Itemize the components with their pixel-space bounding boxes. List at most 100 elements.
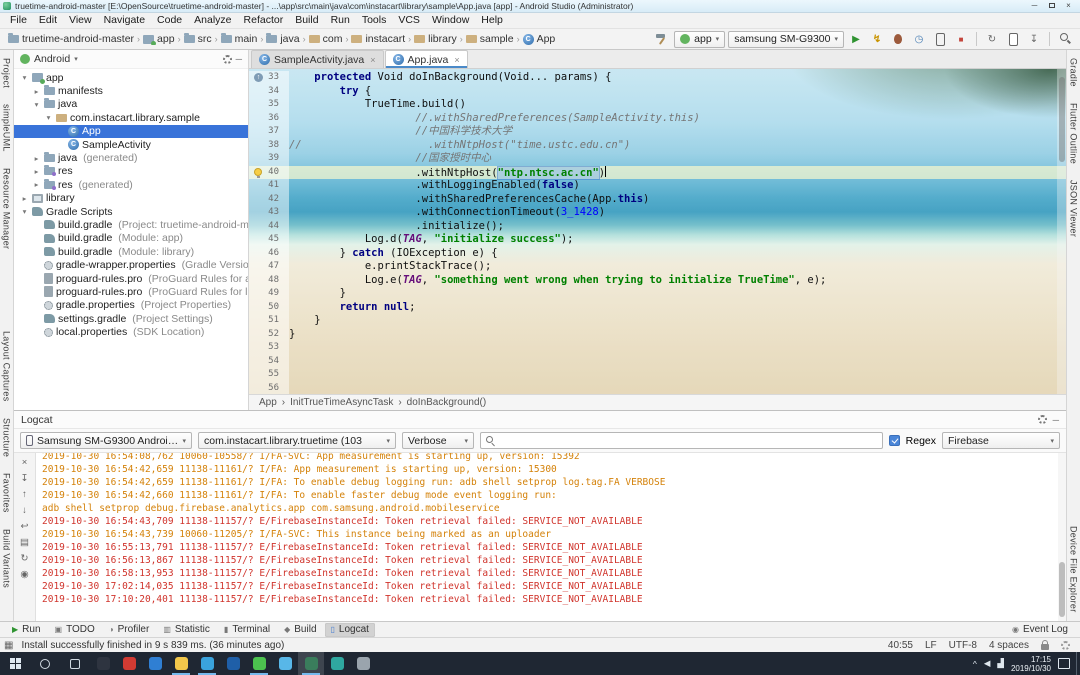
restart-icon[interactable]: ↻: [18, 552, 31, 565]
line-number[interactable]: 47: [249, 260, 289, 274]
tool-tab-simpleuml[interactable]: simpleUML: [2, 96, 12, 160]
hide-panel-icon[interactable]: ─: [236, 54, 242, 64]
line-number[interactable]: 35: [249, 98, 289, 112]
menu-item-tools[interactable]: Tools: [356, 13, 393, 28]
tool-tab-layout-captures[interactable]: Layout Captures: [2, 323, 12, 410]
menu-item-help[interactable]: Help: [475, 13, 509, 28]
tool-window-button-todo[interactable]: ▣TODO: [49, 623, 101, 637]
menu-item-code[interactable]: Code: [151, 13, 188, 28]
editor-tab-sampleactivity-java[interactable]: SampleActivity.java×: [251, 50, 384, 68]
down-stack-icon[interactable]: ↓: [18, 504, 31, 517]
line-number[interactable]: 36: [249, 112, 289, 126]
tree-item-java[interactable]: ▸java (generated): [14, 151, 248, 164]
tool-window-button-profiler[interactable]: ◑Profiler: [103, 623, 156, 637]
run-icon[interactable]: ▶: [847, 30, 865, 48]
breadcrumb-item-app[interactable]: App: [259, 397, 277, 408]
breadcrumb-item-java[interactable]: java: [264, 33, 301, 45]
status-item-40-55[interactable]: 40:55: [888, 640, 913, 651]
attach-debugger-icon[interactable]: [931, 30, 949, 48]
avd-manager-icon[interactable]: [1004, 30, 1022, 48]
tree-item-res[interactable]: ▸res: [14, 165, 248, 178]
tree-item-app[interactable]: App: [14, 125, 248, 138]
line-number[interactable]: 34: [249, 85, 289, 99]
tool-window-button-build[interactable]: ◆Build: [278, 623, 322, 637]
tool-tab-flutter-outline[interactable]: Flutter Outline: [1069, 95, 1079, 172]
show-desktop-button[interactable]: [1076, 652, 1080, 675]
logcat-search-input[interactable]: [499, 435, 878, 447]
taskbar-app-navy[interactable]: [220, 652, 246, 675]
line-number[interactable]: 55: [249, 368, 289, 382]
project-view-selector[interactable]: Android: [34, 53, 70, 65]
screenshot-icon[interactable]: ◉: [18, 568, 31, 581]
taskbar-wechat[interactable]: [246, 652, 272, 675]
tree-item-gradle-scripts[interactable]: ▾Gradle Scripts: [14, 205, 248, 218]
tool-tab-project[interactable]: Project: [2, 50, 12, 96]
scrollbar-thumb[interactable]: [1059, 77, 1065, 162]
status-item-utf-8[interactable]: UTF-8: [949, 640, 977, 651]
line-number[interactable]: 49: [249, 287, 289, 301]
taskbar-app-red[interactable]: [116, 652, 142, 675]
tree-item-java[interactable]: ▾java: [14, 98, 248, 111]
intention-bulb-icon[interactable]: [254, 168, 262, 176]
taskbar-android-studio[interactable]: [298, 652, 324, 675]
taskbar-qq[interactable]: [272, 652, 298, 675]
menu-item-vcs[interactable]: VCS: [392, 13, 426, 28]
editor-scrollbar[interactable]: [1057, 69, 1066, 394]
taskbar-edge-browser[interactable]: [194, 652, 220, 675]
tree-item-proguard-rules-pro[interactable]: proguard-rules.pro (ProGuard Rules for l…: [14, 285, 248, 298]
status-item-4-spaces[interactable]: 4 spaces: [989, 640, 1029, 651]
tree-item-build-gradle[interactable]: build.gradle (Module: library): [14, 245, 248, 258]
breadcrumb-item-library[interactable]: library: [412, 33, 459, 45]
breadcrumb-item-app[interactable]: App: [521, 33, 558, 45]
regex-checkbox[interactable]: [889, 435, 900, 446]
line-number[interactable]: 46: [249, 247, 289, 261]
tree-chevron-icon[interactable]: ▾: [32, 100, 41, 109]
tree-item-com-instacart-library-sample[interactable]: ▾com.instacart.library.sample: [14, 111, 248, 124]
device-selector[interactable]: samsung SM-G9300 ▾: [728, 31, 844, 48]
close-tab-icon[interactable]: ×: [370, 55, 375, 65]
breadcrumb-item-truetime-android-master[interactable]: truetime-android-master: [6, 33, 136, 45]
tree-chevron-icon[interactable]: ▸: [32, 180, 41, 189]
logcat-filter-selector[interactable]: Firebase ▾: [942, 432, 1060, 449]
taskbar-file-explorer[interactable]: [168, 652, 194, 675]
volume-icon[interactable]: ◀: [984, 658, 991, 669]
run-configuration-selector[interactable]: app ▾: [674, 31, 725, 48]
minimize-button[interactable]: ─: [1026, 0, 1043, 12]
line-number[interactable]: 45: [249, 233, 289, 247]
tree-item-build-gradle[interactable]: build.gradle (Project: truetime-android-…: [14, 218, 248, 231]
tree-item-sampleactivity[interactable]: SampleActivity: [14, 138, 248, 151]
status-item-lf[interactable]: LF: [925, 640, 937, 651]
tree-chevron-icon[interactable]: ▸: [32, 87, 41, 96]
stop-icon[interactable]: ■: [952, 30, 970, 48]
menu-item-view[interactable]: View: [63, 13, 98, 28]
action-center-icon[interactable]: [1058, 658, 1070, 669]
line-number[interactable]: 42: [249, 193, 289, 207]
chevron-up-icon[interactable]: ^: [973, 659, 977, 669]
breadcrumb-item-com[interactable]: com: [307, 33, 345, 45]
tree-item-app[interactable]: ▾app: [14, 71, 248, 84]
logcat-device-selector[interactable]: Samsung SM-G9300 Android 8.0 ▾: [20, 432, 192, 449]
tool-window-button-logcat[interactable]: ▯Logcat: [325, 623, 375, 637]
logcat-search[interactable]: [480, 432, 883, 449]
close-tab-icon[interactable]: ×: [454, 55, 459, 65]
maximize-button[interactable]: [1043, 0, 1060, 12]
gear-icon[interactable]: [223, 55, 232, 64]
breadcrumb-item-doinbackground[interactable]: doInBackground(): [407, 397, 487, 408]
gear-icon[interactable]: [1038, 415, 1047, 424]
taskbar-app-teal[interactable]: [324, 652, 350, 675]
menu-item-file[interactable]: File: [4, 13, 33, 28]
search-button[interactable]: [30, 652, 60, 675]
logcat-level-selector[interactable]: Verbose ▾: [402, 432, 474, 449]
line-number[interactable]: 48: [249, 274, 289, 288]
scroll-to-end-icon[interactable]: ↧: [18, 472, 31, 485]
menu-item-run[interactable]: Run: [325, 13, 356, 28]
breadcrumb-item-instacart[interactable]: instacart: [349, 33, 407, 45]
line-number[interactable]: 37: [249, 125, 289, 139]
line-number[interactable]: 53: [249, 341, 289, 355]
taskbar-app-blue[interactable]: [142, 652, 168, 675]
tree-item-settings-gradle[interactable]: settings.gradle (Project Settings): [14, 312, 248, 325]
up-stack-icon[interactable]: ↑: [18, 488, 31, 501]
line-number[interactable]: 43: [249, 206, 289, 220]
logcat-output[interactable]: 2019-10-30 16:54:08,762 10060-10558/? I/…: [36, 453, 1066, 621]
soft-wrap-icon[interactable]: ↩: [18, 520, 31, 533]
